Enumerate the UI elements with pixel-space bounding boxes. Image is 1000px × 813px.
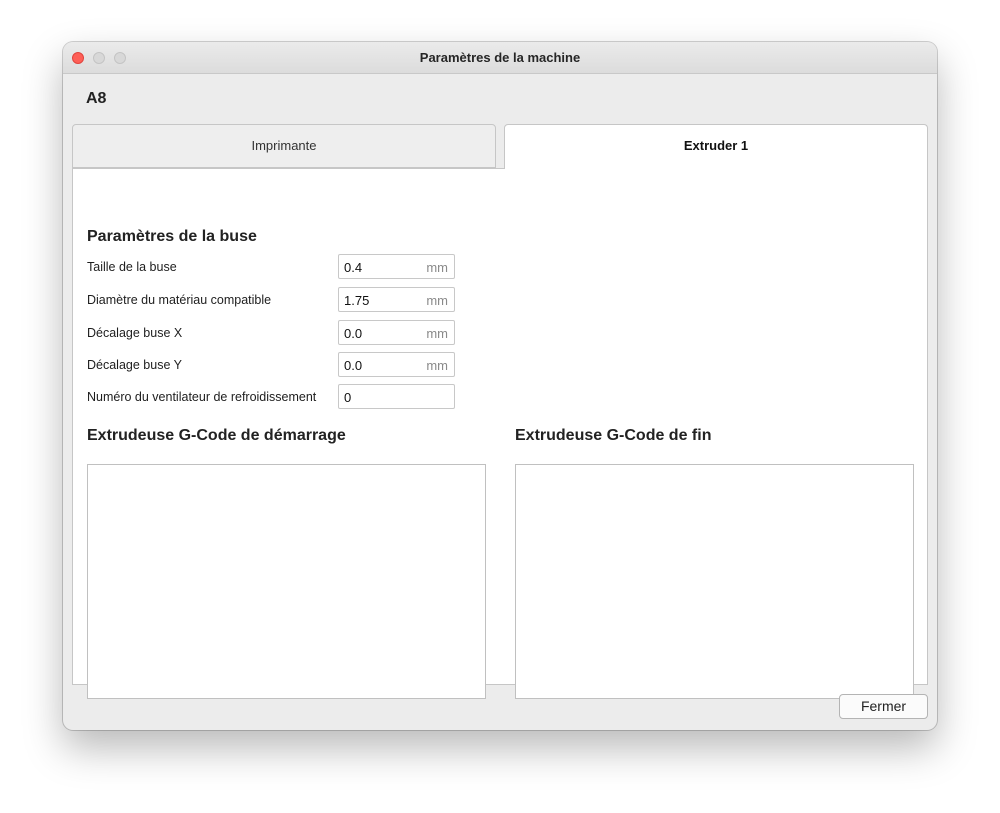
nozzle-offset-y-unit: mm — [426, 358, 448, 373]
machine-settings-window: Paramètres de la machine A8 Imprimante E… — [63, 42, 937, 730]
nozzle-offset-y-label: Décalage buse Y — [87, 358, 182, 372]
nozzle-offset-y-value: 0.0 — [344, 358, 363, 373]
cooling-fan-number-input[interactable]: 0 — [338, 384, 455, 409]
material-diameter-label: Diamètre du matériau compatible — [87, 293, 272, 307]
nozzle-offset-x-label: Décalage buse X — [87, 326, 183, 340]
start-gcode-editor[interactable] — [87, 464, 486, 699]
material-diameter-value: 1.75 — [344, 293, 370, 308]
cooling-fan-number-value: 0 — [344, 390, 352, 405]
start-gcode-title: Extrudeuse G-Code de démarrage — [87, 427, 346, 444]
material-diameter-input[interactable]: 1.75 mm — [338, 287, 455, 312]
nozzle-settings-title: Paramètres de la buse — [87, 228, 257, 245]
end-gcode-title: Extrudeuse G-Code de fin — [515, 427, 712, 444]
nozzle-size-input[interactable]: 0.4 mm — [338, 254, 455, 279]
nozzle-offset-y-input[interactable]: 0.0 mm — [338, 352, 455, 377]
nozzle-size-value: 0.4 — [344, 260, 363, 275]
nozzle-offset-x-input[interactable]: 0.0 mm — [338, 320, 455, 345]
end-gcode-editor[interactable] — [515, 464, 914, 699]
tab-extruder-1[interactable]: Extruder 1 — [504, 124, 928, 169]
tab-printer[interactable]: Imprimante — [72, 124, 496, 168]
title-bar[interactable]: Paramètres de la machine — [63, 42, 937, 74]
window-title: Paramètres de la machine — [419, 50, 581, 65]
material-diameter-unit: mm — [426, 293, 448, 308]
close-button[interactable]: Fermer — [839, 694, 928, 719]
nozzle-offset-x-value: 0.0 — [344, 326, 363, 341]
nozzle-offset-x-unit: mm — [426, 326, 448, 341]
extruder-settings-panel: Paramètres de la buse Taille de la buse … — [72, 168, 928, 699]
cooling-fan-number-label: Numéro du ventilateur de refroidissement — [87, 390, 317, 404]
nozzle-size-label: Taille de la buse — [87, 260, 177, 274]
nozzle-size-unit: mm — [426, 260, 448, 275]
machine-name: A8 — [86, 90, 107, 107]
